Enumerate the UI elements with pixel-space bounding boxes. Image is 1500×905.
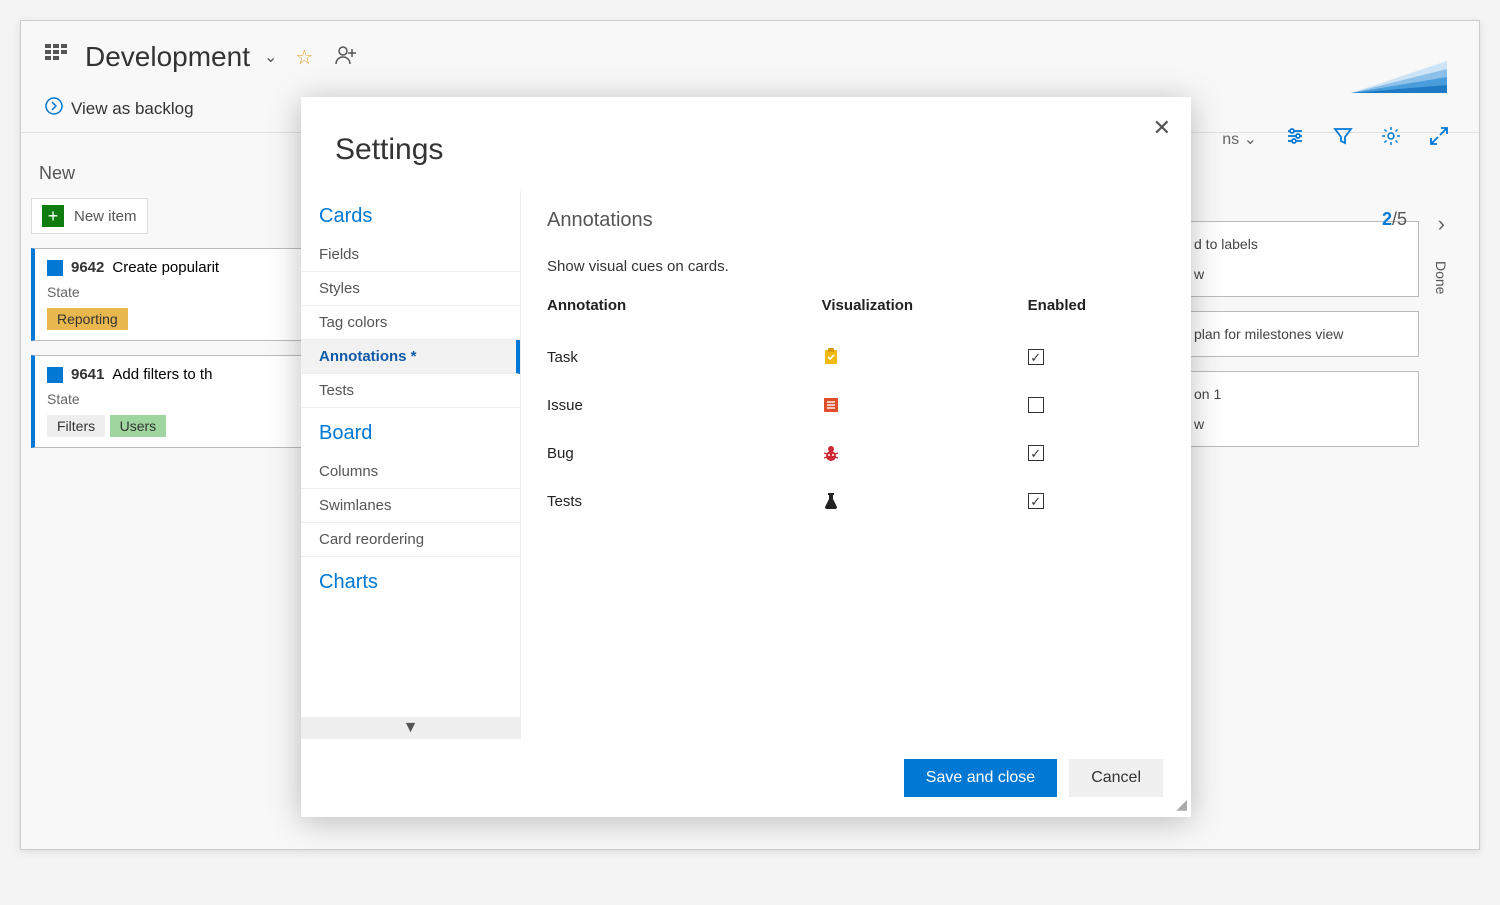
sidenav-item-tests[interactable]: Tests	[301, 374, 520, 408]
done-column-collapsed[interactable]: Done	[1433, 261, 1449, 294]
plus-icon: +	[42, 205, 64, 227]
view-as-backlog-link[interactable]: View as backlog	[45, 97, 194, 120]
task-clipboard-icon	[822, 348, 1028, 366]
work-item-card[interactable]: d to labels w	[1179, 221, 1419, 297]
issue-list-icon	[822, 396, 1028, 414]
board-title[interactable]: Development	[85, 41, 250, 73]
sidenav-item-annotations[interactable]: Annotations *	[301, 340, 520, 374]
col-annotation-header: Annotation	[547, 297, 822, 318]
work-item-title: Add filters to th	[112, 366, 212, 383]
chevron-down-icon[interactable]: ⌄	[264, 47, 277, 67]
annotation-row-name: Issue	[547, 397, 822, 414]
state-label: State	[47, 284, 80, 300]
sidenav-section-board: Board	[301, 408, 520, 455]
tests-flask-icon	[822, 492, 1028, 510]
new-item-button[interactable]: + New item	[31, 198, 148, 234]
work-item-id: 9641	[71, 366, 104, 383]
tag-reporting: Reporting	[47, 308, 128, 330]
cancel-button[interactable]: Cancel	[1069, 759, 1163, 797]
sidenav-item-fields[interactable]: Fields	[301, 238, 520, 272]
sliders-icon[interactable]	[1285, 126, 1305, 151]
column-counter: 2/5	[1382, 209, 1407, 230]
sidenav-item-tag-colors[interactable]: Tag colors	[301, 306, 520, 340]
arrow-right-circle-icon	[45, 97, 63, 120]
fullscreen-icon[interactable]	[1429, 126, 1449, 151]
filter-funnel-icon[interactable]	[1333, 126, 1353, 151]
settings-sidenav: Cards Fields Styles Tag colors Annotatio…	[301, 191, 521, 739]
work-item-id: 9642	[71, 259, 104, 276]
enabled-checkbox-issue[interactable]	[1028, 397, 1044, 413]
tag-filters: Filters	[47, 415, 105, 437]
enabled-checkbox-bug[interactable]	[1028, 445, 1044, 461]
favorite-star-icon[interactable]: ☆	[295, 45, 313, 70]
col-enabled-header: Enabled	[1028, 297, 1165, 318]
board-grid-icon	[45, 44, 71, 71]
toolbar-dropdown[interactable]: ns ⌄	[1222, 129, 1257, 149]
tag-users: Users	[110, 415, 167, 437]
sidenav-section-charts: Charts	[301, 557, 520, 604]
enabled-checkbox-task[interactable]	[1028, 349, 1044, 365]
close-icon[interactable]: ✕	[1153, 115, 1171, 141]
work-item-card[interactable]: plan for milestones view	[1179, 311, 1419, 357]
sidenav-scroll-down[interactable]: ▼	[301, 717, 520, 739]
panel-heading: Annotations	[547, 209, 1165, 232]
dialog-title: Settings	[301, 97, 1191, 191]
cumulative-flow-sparkline[interactable]	[1351, 53, 1447, 98]
save-and-close-button[interactable]: Save and close	[904, 759, 1057, 797]
work-item-title: Create popularit	[112, 259, 219, 276]
state-label: State	[47, 391, 80, 407]
panel-description: Show visual cues on cards.	[547, 258, 1165, 275]
sidenav-section-cards: Cards	[301, 191, 520, 238]
sidenav-item-styles[interactable]: Styles	[301, 272, 520, 306]
team-members-icon[interactable]	[335, 45, 357, 70]
settings-dialog: ✕ Settings Cards Fields Styles Tag color…	[301, 97, 1191, 817]
bug-icon	[822, 444, 1028, 462]
resize-handle-icon[interactable]: ◢	[1176, 796, 1187, 813]
work-item-card[interactable]: on 1 w	[1179, 371, 1419, 447]
sidenav-item-swimlanes[interactable]: Swimlanes	[301, 489, 520, 523]
gear-icon[interactable]	[1381, 126, 1401, 151]
annotation-row-name: Bug	[547, 445, 822, 462]
annotation-row-name: Task	[547, 349, 822, 366]
col-visualization-header: Visualization	[822, 297, 1028, 318]
work-item-type-icon	[47, 260, 63, 276]
chevron-right-icon[interactable]: ›	[1438, 211, 1445, 237]
sidenav-item-card-reordering[interactable]: Card reordering	[301, 523, 520, 557]
work-item-type-icon	[47, 367, 63, 383]
sidenav-item-columns[interactable]: Columns	[301, 455, 520, 489]
enabled-checkbox-tests[interactable]	[1028, 493, 1044, 509]
annotation-row-name: Tests	[547, 493, 822, 510]
